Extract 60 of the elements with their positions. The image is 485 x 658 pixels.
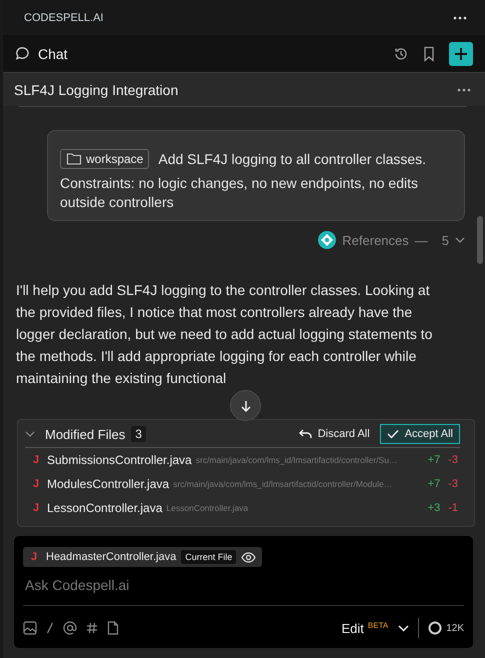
lines-added: +3 <box>428 502 440 514</box>
slash-icon[interactable] <box>46 622 54 634</box>
bookmark-icon[interactable] <box>423 46 435 62</box>
chat-title: Chat <box>38 46 68 62</box>
file-name: HeadmasterController.java <box>46 551 176 563</box>
discard-all-button[interactable]: Discard All <box>294 428 374 440</box>
image-icon[interactable] <box>23 621 37 635</box>
file-name[interactable]: SubmissionsController.java <box>47 453 192 467</box>
message-text: Add SLF4J logging to all controller classes. <box>158 151 426 167</box>
new-chat-button[interactable] <box>449 42 473 66</box>
chat-bubble-icon <box>15 46 30 61</box>
file-name[interactable]: LessonController.java <box>47 501 162 515</box>
file-path: src/main/java/com/lms_id/lmsartifactid/controller/Su… <box>196 455 398 465</box>
undo-icon <box>298 429 313 439</box>
java-file-icon: J <box>33 502 43 514</box>
references-count: 5 <box>442 232 449 248</box>
current-file-tag: Current File <box>181 550 236 564</box>
java-file-icon: J <box>33 478 43 490</box>
chevron-icon <box>398 624 410 632</box>
file-name[interactable]: ModulesController.java <box>47 477 170 491</box>
more-icon[interactable] <box>453 16 467 20</box>
message-text: Constraints: no logic changes, no new endpoints, no edits outside controllers <box>60 174 420 212</box>
java-file-icon: J <box>33 454 43 466</box>
at-sign-icon[interactable] <box>63 621 77 635</box>
current-file-chip[interactable]: J HeadmasterController.java Current File <box>23 547 262 567</box>
folder-icon <box>66 152 82 166</box>
document-icon[interactable] <box>107 621 119 635</box>
more-icon[interactable] <box>457 88 471 92</box>
lines-removed: -1 <box>448 502 458 514</box>
accept-all-button[interactable]: Accept All <box>380 424 460 444</box>
composer-field[interactable]: J HeadmasterController.java Current File Ask Codespell.ai Edit $^{BETA}$ 12K <box>14 536 473 648</box>
arrow-down-icon <box>240 400 252 412</box>
scroll-down-button[interactable] <box>230 390 261 421</box>
lines-added: +7 <box>428 478 440 490</box>
logo-icon <box>318 231 336 249</box>
checkmark-icon <box>386 429 399 439</box>
separator-dash: — <box>414 232 428 248</box>
assistant-message: I'll help you add SLF4J logging to the controller classes. Looking at the provided files, I notice that most controllers already have the logger declaration, but we need to add actual logging statements to the methods. I'll add appropriate logging for each controller while maintaining the existing functional <box>16 281 434 388</box>
history-icon[interactable] <box>393 46 409 62</box>
workspace-chip[interactable]: workspace <box>60 149 150 169</box>
file-path: LessonController.java <box>166 503 248 513</box>
eye-icon[interactable] <box>241 552 256 562</box>
hash-icon[interactable] <box>86 622 98 634</box>
file-path: src/main/java/com/lms_id/lmsartifactid/controller/Module… <box>173 479 392 489</box>
chevron-icon[interactable] <box>25 430 35 438</box>
chevron-icon[interactable] <box>455 236 465 244</box>
conversation-title: SLF4J Logging Integration <box>14 82 178 98</box>
file-count-badge: 3 <box>131 426 146 442</box>
scrollbar-thumb[interactable] <box>477 216 483 264</box>
context-ring-icon <box>428 621 442 635</box>
plus-icon <box>454 46 468 60</box>
modified-files-title: Modified Files <box>45 426 126 442</box>
lines-removed: -3 <box>448 478 458 490</box>
references-label[interactable]: References <box>342 232 409 248</box>
java-file-icon: J <box>31 551 41 563</box>
lines-removed: -3 <box>448 454 458 466</box>
app-brand: CODESPELL.AI <box>24 12 104 24</box>
mode-dropdown[interactable]: Edit $^{BETA}$ <box>341 620 410 636</box>
token-count: 12K <box>446 622 464 634</box>
lines-added: +7 <box>428 454 440 466</box>
